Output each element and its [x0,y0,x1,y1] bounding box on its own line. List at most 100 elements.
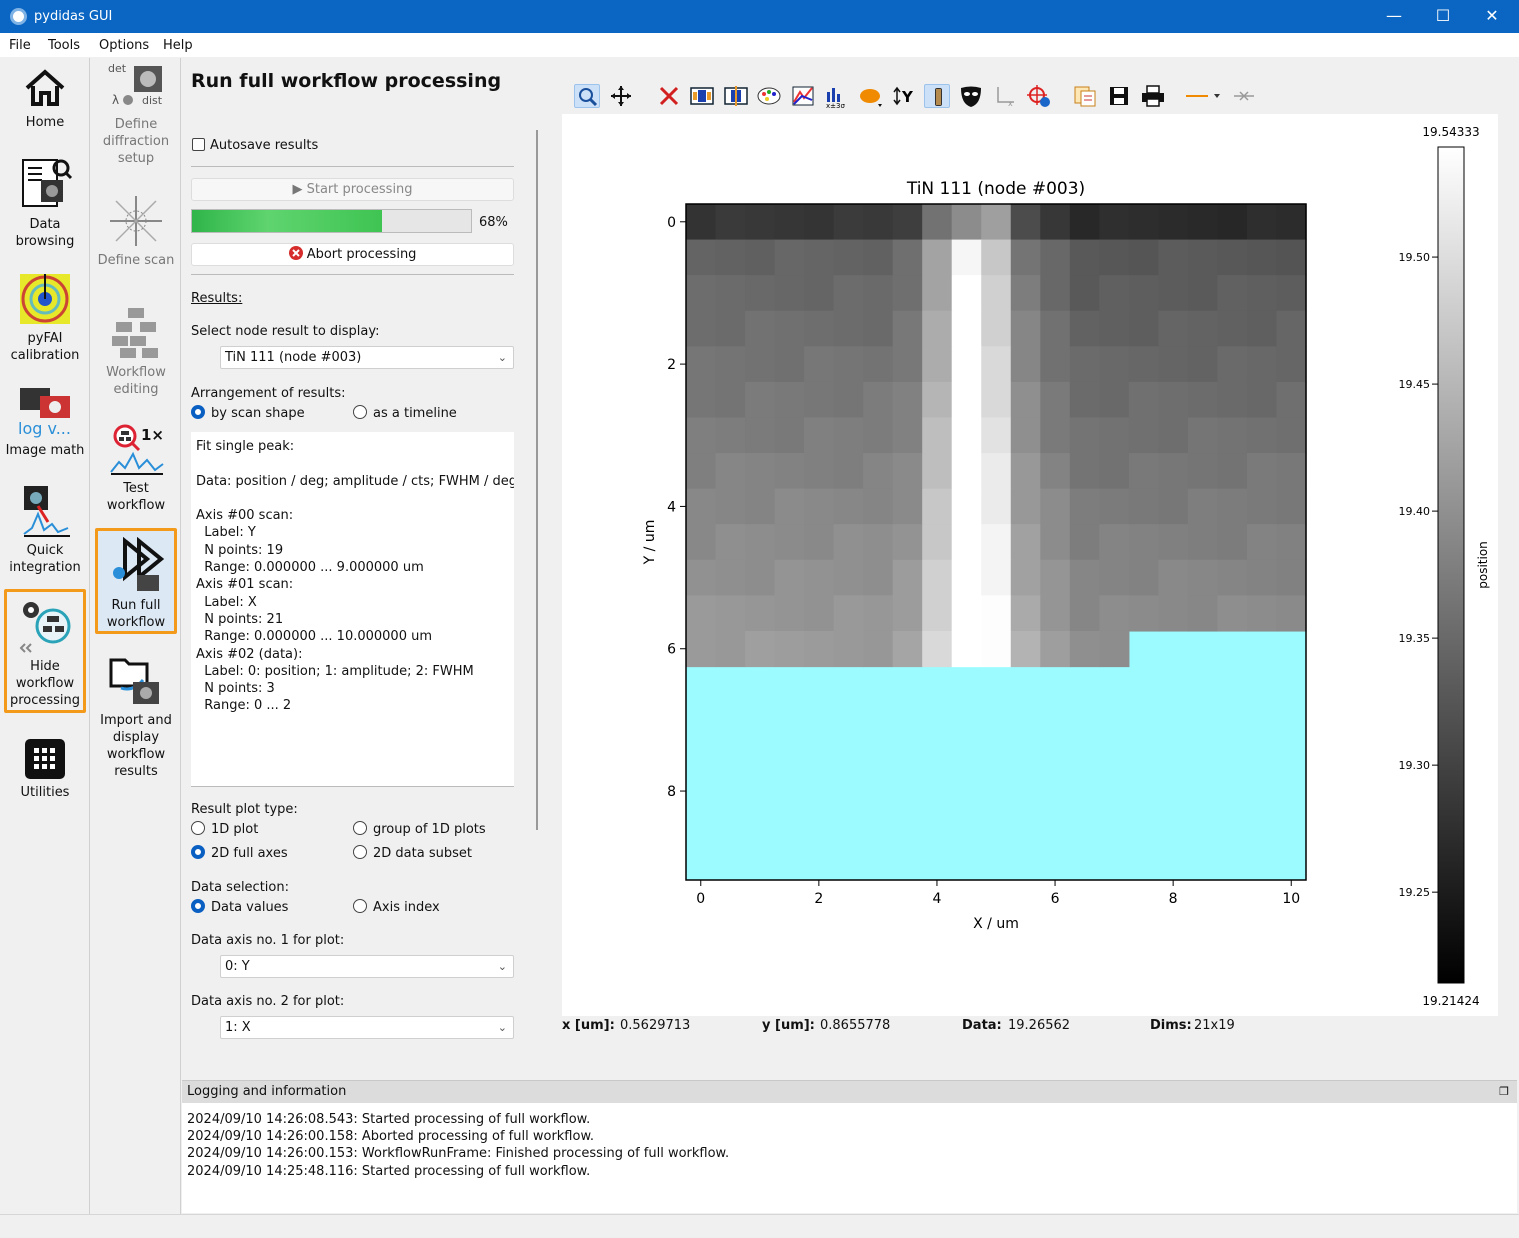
image-pixel [981,453,1012,490]
y-axis-invert-icon[interactable]: Y [892,84,918,108]
image-pixel [1069,417,1100,454]
image-pixel [715,381,746,419]
image-pixel [774,275,805,312]
radio-2d-data-subset[interactable] [353,845,367,859]
test-workflow-icon: 1× [110,424,164,475]
subbar-item-define-scan[interactable]: Define scan [95,194,177,282]
zoom-icon[interactable] [574,84,600,108]
image-pixel [745,381,776,419]
menu-file[interactable]: File [9,38,31,53]
progress-percent: 68% [479,215,508,230]
sidebar-item-data-browsing[interactable]: Data browsing [4,156,86,250]
aspect-ratio-icon[interactable] [924,84,950,108]
maximize-button[interactable]: ☐ [1421,4,1465,28]
image-pixel [892,204,923,241]
colormap-icon[interactable] [689,84,715,108]
radio-as-timeline[interactable] [353,405,367,419]
image-pixel [922,239,953,276]
utilities-icon [25,739,65,779]
reset-zoom-icon[interactable] [656,84,682,108]
radio-2d-full-axes[interactable] [191,845,205,859]
image-pixel [1040,239,1071,276]
image-pixel [922,453,953,490]
image-pixel [745,346,776,383]
image-pixel [1128,595,1159,632]
copy-icon[interactable] [1072,84,1098,108]
save-icon[interactable] [1106,84,1132,108]
image-pixel [1069,204,1100,241]
subbar-item-import-results[interactable]: Import and display workflow results [95,652,177,782]
menu-options[interactable]: Options [99,38,149,53]
axes-origin-icon[interactable]: x [992,84,1018,108]
sidebar-item-image-math[interactable]: log v... Image math [4,386,86,466]
image-plot[interactable]: TiN 111 (node #003) 0 2 4 6 8 10 X / um 0 2 4 6 8 Y /… [562,114,1498,1016]
sidebar-item-hide-workflow-processing[interactable]: Hide workflow processing [4,589,86,713]
subbar-item-run-full-workflow[interactable]: Run full workflow [95,528,177,634]
image-pixel [1128,275,1159,312]
image-pixel [981,346,1012,383]
roi-icon[interactable] [858,84,884,108]
y-tick-label: 4 [667,499,676,515]
x-coord-value: 0.5629713 [620,1018,691,1033]
arrangement-label: Arrangement of results: [191,386,346,401]
image-pixel [1099,310,1130,347]
image-pixel [1069,381,1100,419]
axis2-select[interactable]: 1: X ⌄ [220,1016,514,1039]
minimize-button[interactable]: — [1372,4,1416,28]
histogram-icon[interactable] [790,84,816,108]
sidebar-item-label: Data browsing [15,217,75,249]
image-pixel [715,595,746,632]
image-pixel [1040,488,1071,525]
stats-icon[interactable]: x±3σ [824,84,850,110]
y-coord-label: y [um]: [762,1018,815,1033]
image-pixel [1040,595,1071,632]
image-pixel [1217,310,1248,347]
colormap-dialog-icon[interactable] [756,84,782,108]
line-style-icon[interactable] [1184,84,1224,108]
sidebar-item-pyfai-calibration[interactable]: pyFAI calibration [4,272,86,366]
mask-icon[interactable] [958,84,984,108]
menu-help[interactable]: Help [163,38,193,53]
colorbar-range-icon[interactable] [723,84,749,108]
curve-symbol-icon[interactable] [1232,84,1258,108]
radio-axis-index[interactable] [353,899,367,913]
abort-processing-button[interactable]: Abort processing [191,243,514,266]
image-pixel [922,595,953,632]
radio-1d-plot[interactable] [191,821,205,835]
axis1-select[interactable]: 0: Y ⌄ [220,955,514,978]
radio-by-scan-shape[interactable] [191,405,205,419]
image-pixel [833,630,864,668]
node-result-select[interactable]: TiN 111 (node #003) ⌄ [220,346,514,369]
subbar-item-label: Run full workflow [106,598,166,630]
image-pixel [922,346,953,383]
status-bar [0,1214,1519,1238]
radio-data-values[interactable] [191,899,205,913]
pan-icon[interactable] [608,84,634,108]
print-icon[interactable] [1140,84,1166,108]
image-pixel [1187,275,1219,312]
subbar-item-define-diffraction-setup[interactable]: det λ dist Define diffraction setup [95,62,177,172]
sidebar-item-utilities[interactable]: Utilities [4,738,86,808]
image-pixel [863,381,894,419]
close-button[interactable]: ✕ [1470,4,1514,28]
logging-output: 2024/09/10 14:26:08.543: Started process… [182,1103,1517,1213]
start-processing-button[interactable]: ▶ Start processing [191,178,514,201]
menu-tools[interactable]: Tools [48,38,80,53]
autosave-checkbox[interactable] [192,138,205,151]
panel-scrollbar[interactable] [536,130,538,830]
image-pixel [951,559,982,596]
subbar-item-workflow-editing[interactable]: Workflow editing [95,306,177,397]
undock-icon[interactable]: ❐ [1499,1081,1509,1103]
subbar-item-test-workflow[interactable]: 1× Test workflow [95,422,177,514]
home-icon [25,69,65,106]
image-pixel [745,595,776,632]
sidebar-item-quick-integration[interactable]: Quick integration [4,484,86,578]
radio-group-1d-plots[interactable] [353,821,367,835]
crosshair-icon[interactable] [1026,84,1052,108]
image-pixel [1246,346,1278,383]
image-pixel [951,346,982,383]
sidebar-item-home[interactable]: Home [4,66,86,136]
image-pixel [774,559,805,596]
divider [191,166,514,167]
subbar-item-label: Import and display workflow results [100,713,172,779]
